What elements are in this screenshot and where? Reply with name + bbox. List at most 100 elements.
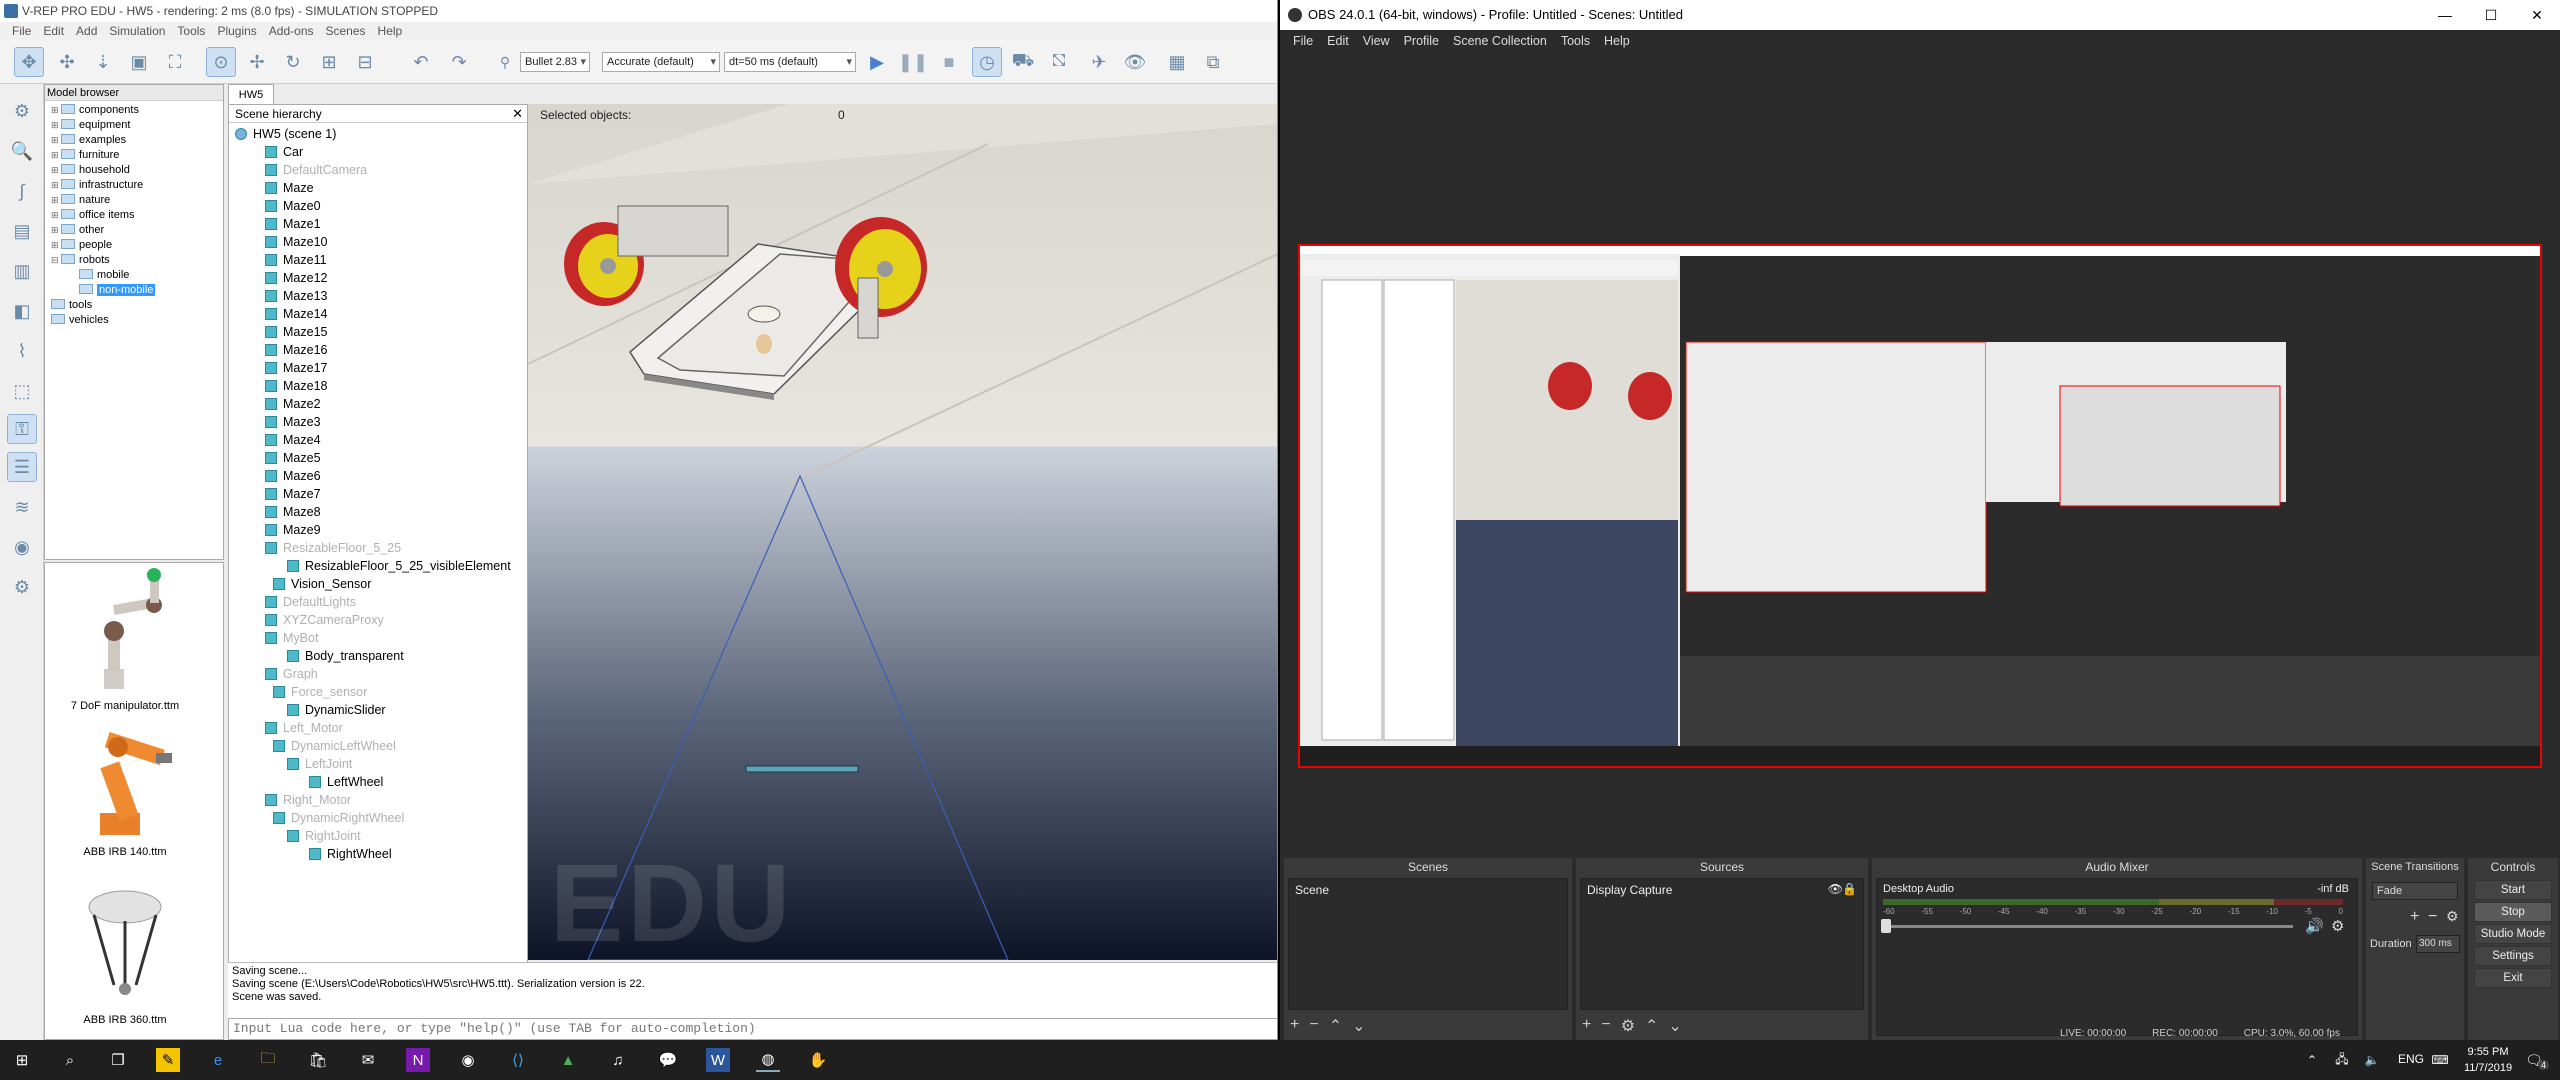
calculation-modules-icon[interactable]: ∫ [7,176,37,206]
collections-icon[interactable]: ▤ [7,216,37,246]
camera-angle-icon[interactable]: ▣ [124,47,154,77]
vscode-icon[interactable]: ⟨⟩ [506,1048,530,1072]
store-icon[interactable]: 🛍 [306,1048,330,1072]
scene-viewport[interactable] [528,104,1277,960]
source-properties-icon[interactable]: ⚙ [1621,1016,1635,1036]
page-selector-icon[interactable]: ▦ [1162,47,1192,77]
exit-button[interactable]: Exit [2474,968,2552,988]
model-folder-item[interactable]: ⊞ household [45,163,223,178]
zoom-icon[interactable]: 🔍 [7,136,37,166]
remove-transition-icon[interactable]: − [2428,908,2437,926]
selection-icon[interactable]: ⬚ [7,376,37,406]
edge-icon[interactable]: e [206,1048,230,1072]
expand-icon[interactable]: ⊞ [51,150,61,160]
model-folder-item[interactable]: ⊟ robots [45,253,223,268]
hierarchy-item[interactable]: DynamicRightWheel [273,809,404,827]
remove-scene-icon[interactable]: − [1309,1016,1318,1036]
obs-menu-profile[interactable]: Profile [1397,30,1446,52]
hierarchy-item[interactable]: DefaultCamera [265,161,367,179]
model-thumb-abb360[interactable]: ABB IRB 360.ttm [45,881,205,1026]
volume-slider-handle[interactable] [1881,919,1891,933]
model-folder-item[interactable]: ⊞ examples [45,133,223,148]
object-shift-icon[interactable]: ✢ [242,47,272,77]
visualization-toggle-icon[interactable]: 👁 [1120,47,1150,77]
obs-menu-view[interactable]: View [1356,30,1397,52]
lua-command-input[interactable]: Input Lua code here, or type "help()" (u… [228,1018,1277,1040]
model-folder-item[interactable]: ⊞ furniture [45,148,223,163]
remove-source-icon[interactable]: − [1601,1016,1610,1036]
hierarchy-item[interactable]: Left_Motor [265,719,343,737]
hierarchy-item[interactable]: Maze13 [265,287,327,305]
menu-scenes[interactable]: Scenes [320,22,372,40]
studio-mode-button[interactable]: Studio Mode [2474,924,2552,944]
onenote-icon[interactable]: N [406,1048,430,1072]
scripts-icon[interactable]: ▥ [7,256,37,286]
faster-icon[interactable]: ⛞ [1044,47,1074,77]
menu-tools[interactable]: Tools [171,22,211,40]
menu-addons[interactable]: Add-ons [263,22,320,40]
model-folder-item[interactable]: ⊞ equipment [45,118,223,133]
move-down-icon[interactable]: ⌄ [1352,1016,1365,1036]
menu-add[interactable]: Add [70,22,103,40]
physics-engine-select[interactable]: Bullet 2.83 [520,52,590,72]
start-icon[interactable]: ⊞ [10,1048,34,1072]
menu-help[interactable]: Help [372,22,409,40]
camera-pan-icon[interactable]: ✥ [14,47,44,77]
hierarchy-item[interactable]: Maze14 [265,305,327,323]
close-window-icon[interactable]: ✕ [2514,0,2560,30]
undo-icon[interactable]: ↶ [406,47,436,77]
hierarchy-item[interactable]: Maze12 [265,269,327,287]
model-thumb-abb140[interactable]: ABB IRB 140.ttm [45,713,205,858]
hierarchy-item[interactable]: Maze5 [265,449,321,467]
user-settings-icon[interactable]: ⚙ [7,572,37,602]
hierarchy-item[interactable]: LeftWheel [309,773,383,791]
matlab-icon[interactable]: ▲ [556,1048,580,1072]
camera-shift-icon[interactable]: ⇣ [88,47,118,77]
expand-icon[interactable]: ⊞ [51,225,61,235]
expand-icon[interactable]: ⊞ [51,195,61,205]
hierarchy-item[interactable]: RightWheel [309,845,392,863]
expand-icon[interactable]: ⊞ [51,180,61,190]
source-item[interactable]: Display Capture 👁 🔒 [1581,879,1863,901]
obs-taskbar-icon[interactable]: ◍ [756,1048,780,1072]
play-icon[interactable]: ▶ [862,47,892,77]
hierarchy-item[interactable]: DynamicLeftWheel [273,737,396,755]
stop-icon[interactable]: ■ [934,47,964,77]
hierarchy-item[interactable]: Force_sensor [273,683,367,701]
move-up-icon[interactable]: ⌃ [1329,1016,1342,1036]
transition-select[interactable]: Fade [2372,882,2458,900]
expand-icon[interactable]: ⊞ [51,240,61,250]
vrep-taskbar-icon[interactable]: ✋ [806,1048,830,1072]
hierarchy-item[interactable]: LeftJoint [287,755,352,773]
layers-icon[interactable]: ≋ [7,492,37,522]
mail-icon[interactable]: ✉ [356,1048,380,1072]
minimize-icon[interactable]: — [2422,0,2468,30]
camera-rotate-icon[interactable]: ✣ [52,47,82,77]
search-icon[interactable]: ⌕ [58,1048,82,1072]
preview-display[interactable] [1298,244,2542,768]
hierarchy-item[interactable]: HW5 (scene 1) [235,125,336,143]
hierarchy-item[interactable]: Maze9 [265,521,321,539]
lock-icon[interactable]: 🔒 [1842,882,1857,896]
obs-menu-tools[interactable]: Tools [1554,30,1597,52]
menu-simulation[interactable]: Simulation [103,22,171,40]
input-language[interactable]: ENG [2398,1052,2424,1066]
hierarchy-item[interactable]: Maze18 [265,377,327,395]
model-folder-item[interactable]: ⊞ people [45,238,223,253]
hierarchy-item[interactable]: Maze7 [265,485,321,503]
clock[interactable]: 9:55 PM 11/7/2019 [2460,1044,2516,1076]
expand-icon[interactable]: ⊞ [51,165,61,175]
model-folder-item[interactable]: ⊞ other [45,223,223,238]
wechat-icon[interactable]: 💬 [656,1048,680,1072]
close-icon[interactable]: ✕ [512,105,523,123]
hierarchy-item[interactable]: Maze6 [265,467,321,485]
hierarchy-item[interactable]: DynamicSlider [287,701,386,719]
obs-menu-file[interactable]: File [1286,30,1320,52]
duration-input[interactable]: 300 ms [2416,935,2460,953]
pause-icon[interactable]: ❚❚ [898,47,928,77]
paths-icon[interactable]: ⌇ [7,336,37,366]
model-folder-item[interactable]: ⊞ office items [45,208,223,223]
volume-slider[interactable] [1883,925,2293,928]
model-browser-icon[interactable]: ⚿ [7,414,37,444]
model-folder-item[interactable]: ⊞ components [45,103,223,118]
